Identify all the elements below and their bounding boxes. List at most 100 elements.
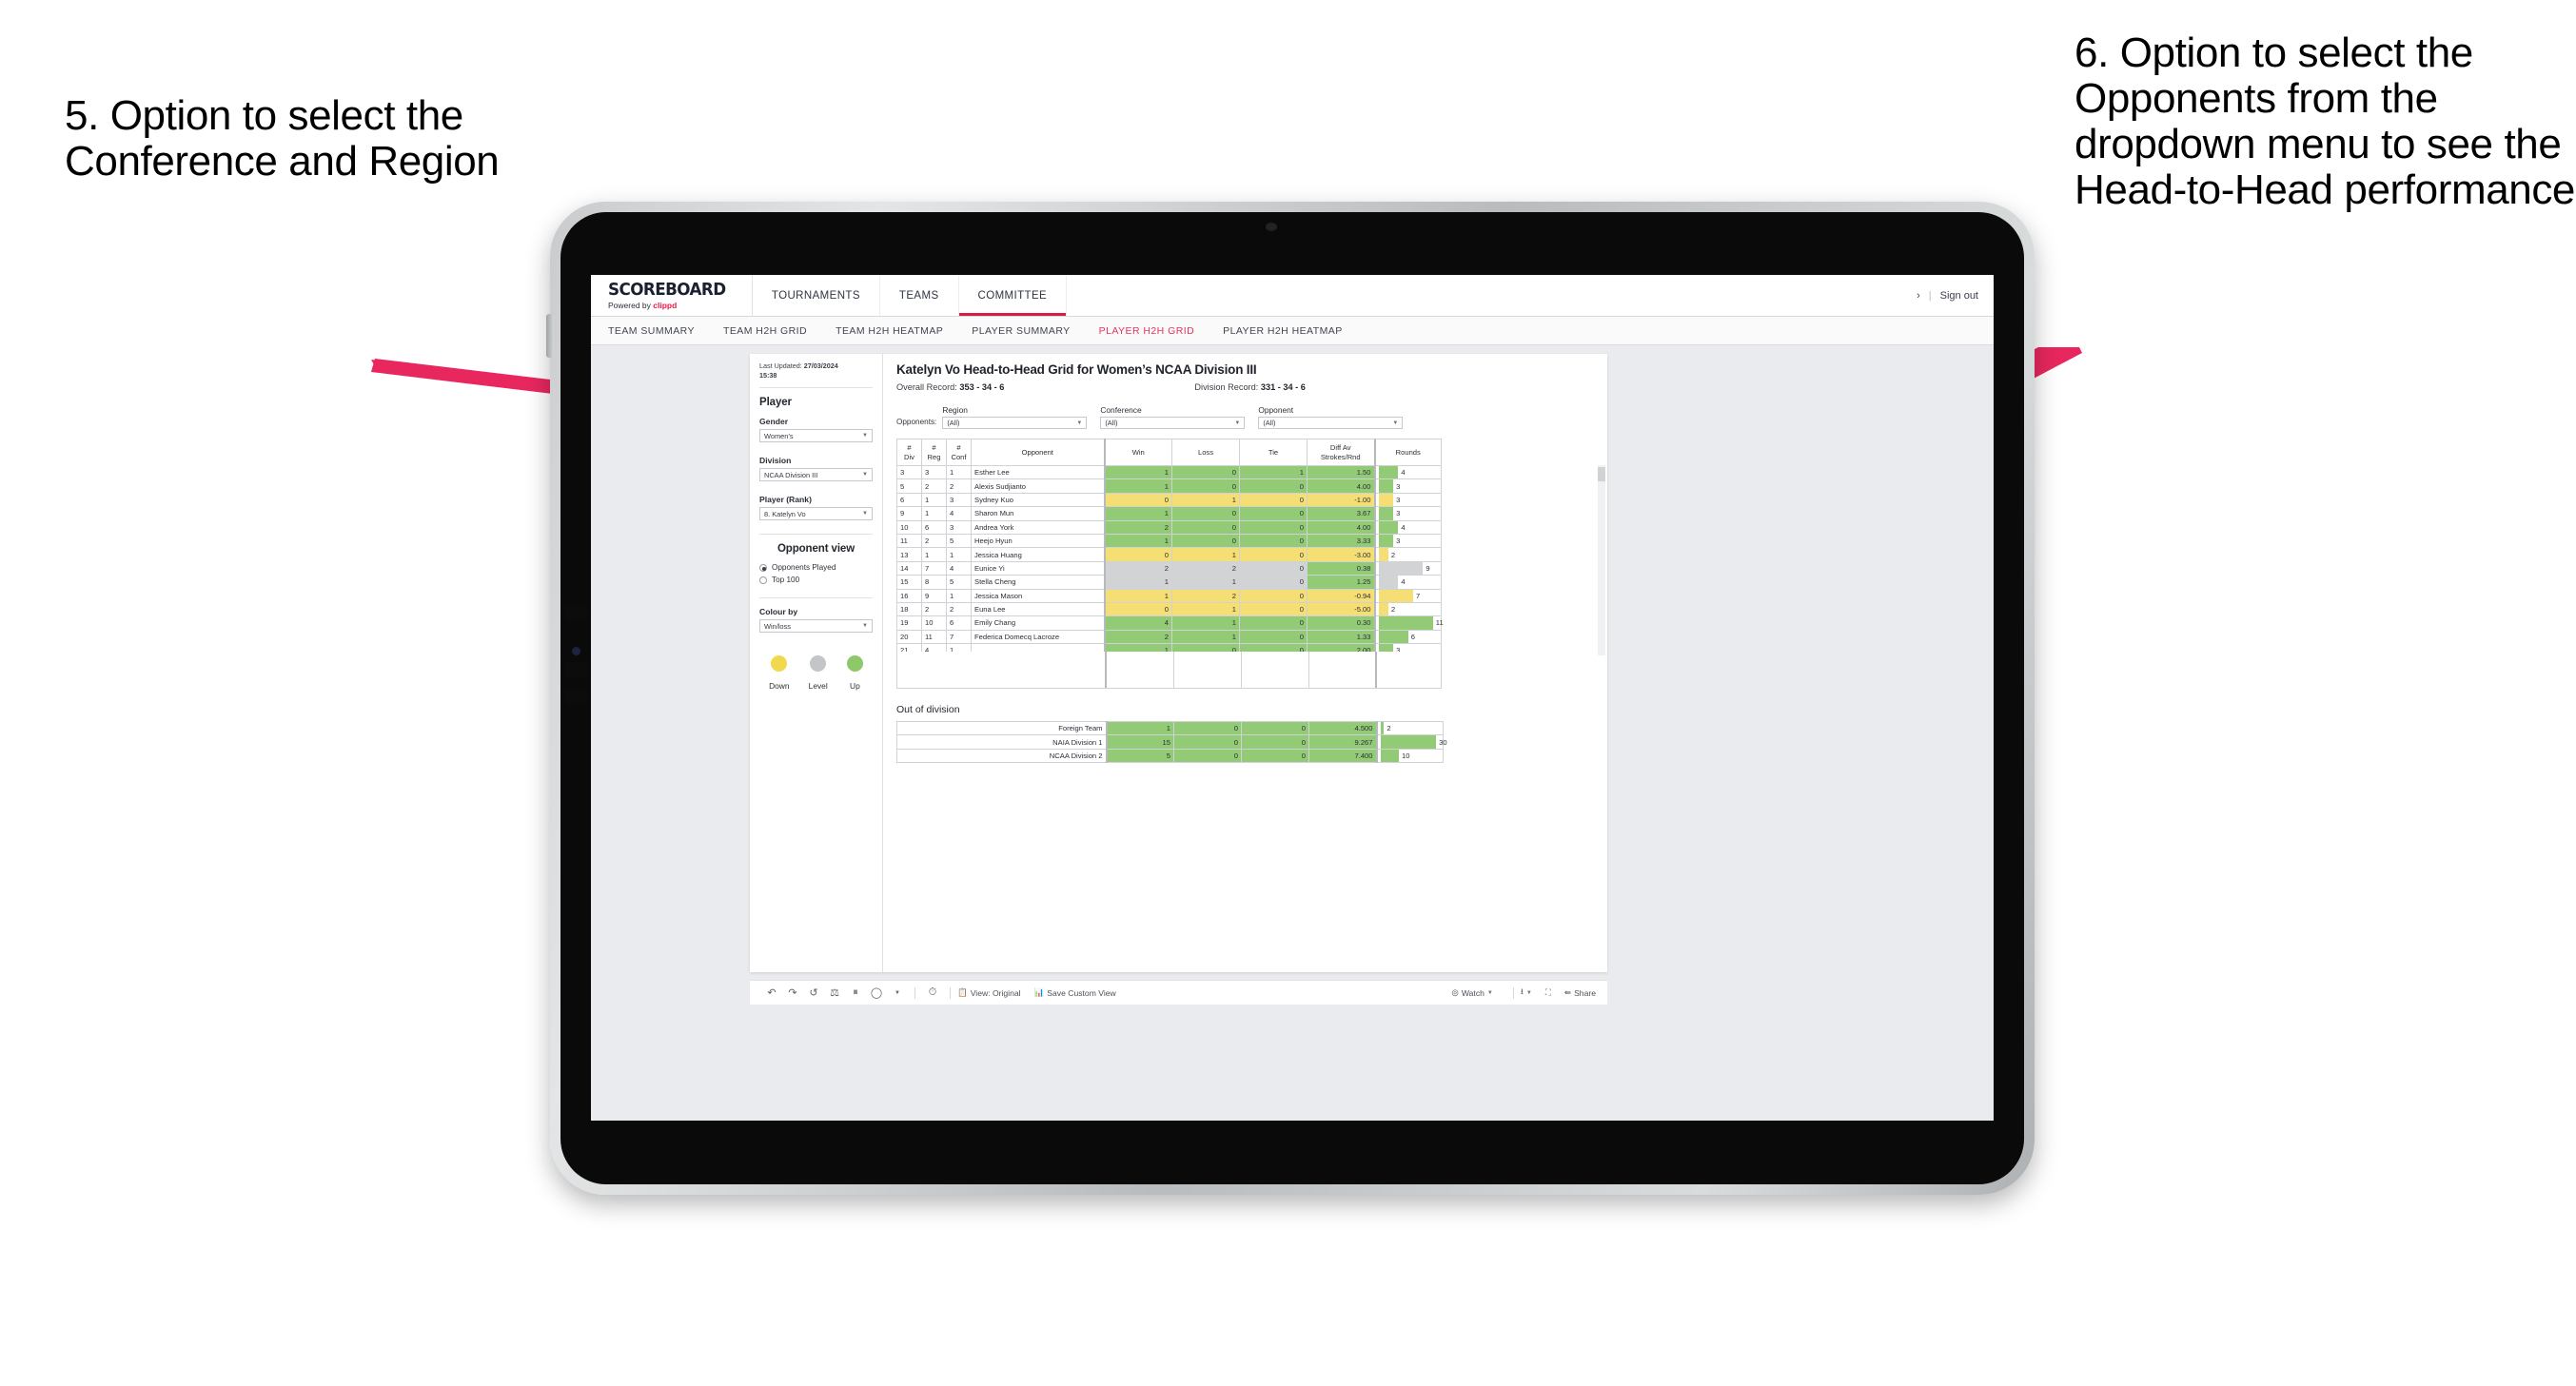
cell-win: 1: [1103, 506, 1172, 521]
view-original-button[interactable]: 📋 View: Original: [957, 987, 1021, 998]
table-row[interactable]: 10 6 3 Andrea York 2 0 0 4.00 4: [896, 519, 1442, 535]
table-row[interactable]: 13 1 1 Jessica Huang 0 1 0 -3.00 2: [896, 547, 1442, 562]
cell-rounds: 11: [1373, 615, 1444, 631]
out-of-division-heading: Out of division: [896, 704, 960, 715]
view-icon: 📋: [957, 987, 968, 997]
cell-conf: 5: [946, 533, 972, 549]
cell-reg: 6: [921, 519, 947, 535]
table-row[interactable]: 18 2 2 Euna Lee 0 1 0 -5.00 2: [896, 601, 1442, 617]
download-button[interactable]: ⭳ ▼: [1521, 986, 1532, 1000]
cell-opponent: Heejo Hyun: [971, 533, 1105, 549]
cell-tie: 0: [1239, 601, 1308, 617]
cell-diff: 3.33: [1307, 533, 1375, 549]
cell-diff: -5.00: [1307, 601, 1375, 617]
table-row[interactable]: 16 9 1 Jessica Mason 1 2 0 -0.94 7: [896, 588, 1442, 603]
subnav-item-team-summary[interactable]: TEAM SUMMARY: [608, 325, 695, 337]
grid-scrollbar-thumb[interactable]: [1598, 467, 1605, 481]
cell-partial: 4: [921, 643, 947, 652]
out-of-division-row[interactable]: NAIA Division 1 15 0 0 9.267 30: [896, 734, 1447, 750]
cell-tie: 0: [1239, 588, 1308, 603]
save-custom-view-button[interactable]: 📊 Save Custom View: [1034, 987, 1116, 998]
cell-reg: 7: [921, 560, 947, 576]
table-row[interactable]: 3 3 1 Esther Lee 1 0 1 1.50 4: [896, 464, 1442, 480]
pause-updates-icon[interactable]: ⏸: [845, 986, 866, 999]
tablet-sensor-dot: [572, 647, 580, 655]
radio-opponents-played[interactable]: Opponents Played: [759, 563, 873, 572]
table-row[interactable]: 15 8 5 Stella Cheng 1 1 0 1.25 4: [896, 575, 1442, 590]
rounds-value: 2: [1390, 550, 1396, 559]
sign-out-link[interactable]: Sign out: [1940, 290, 1978, 302]
conference-filter-label: Conference: [1100, 405, 1142, 415]
table-row[interactable]: 11 2 5 Heejo Hyun 1 0 0 3.33 3: [896, 533, 1442, 549]
cell-win: 5: [1105, 748, 1174, 764]
subnav-item-player-summary[interactable]: PLAYER SUMMARY: [972, 325, 1070, 337]
clock-history-icon[interactable]: ⏱: [922, 986, 943, 999]
watch-button[interactable]: ◎ Watch ▼: [1451, 987, 1493, 998]
table-row-partial[interactable]: 21 4 1 1 0 0 2.00 3: [896, 643, 1442, 652]
tablet-screen: SCOREBOARD Powered by clippd TOURNAMENTS…: [591, 275, 1994, 1121]
cell-loss: 0: [1171, 506, 1240, 521]
radio-top-100[interactable]: Top 100: [759, 576, 873, 584]
cell-conf: 1: [946, 547, 972, 562]
colour-by-select[interactable]: Win/loss ▼: [759, 619, 873, 634]
brand-logo[interactable]: SCOREBOARD Powered by clippd: [591, 275, 753, 316]
table-row[interactable]: 5 2 2 Alexis Sudjianto 1 0 0 4.00 3: [896, 478, 1442, 494]
scoreboard-app: SCOREBOARD Powered by clippd TOURNAMENTS…: [591, 275, 1994, 1121]
cell-win: 0: [1103, 547, 1172, 562]
rounds-value: 6: [1410, 632, 1415, 641]
rounds-bar: [1378, 479, 1394, 493]
share-button[interactable]: ⇚ Share: [1564, 987, 1596, 998]
cell-loss: 0: [1171, 478, 1240, 494]
save-custom-view-label: Save Custom View: [1047, 987, 1116, 998]
chevron-right-icon[interactable]: ›: [1917, 290, 1920, 302]
brand-tagline: Powered by clippd: [608, 301, 735, 310]
rounds-bar-cell: 4: [1378, 466, 1439, 479]
table-row[interactable]: 19 10 6 Emily Chang 4 1 0 0.30 11: [896, 615, 1444, 631]
table-row[interactable]: 14 7 4 Eunice Yi 2 2 0 0.38 9: [896, 560, 1442, 576]
division-select[interactable]: NCAA Division III ▼: [759, 468, 873, 482]
legend-label-up: Up: [850, 681, 860, 692]
player-rank-select[interactable]: 8. Katelyn Vo ▼: [759, 507, 873, 521]
tablet-speaker-mid: [565, 663, 587, 677]
fullscreen-button[interactable]: ⛶: [1545, 987, 1551, 998]
out-of-division-row[interactable]: Foreign Team 1 0 0 4.500 2: [896, 720, 1444, 736]
table-row[interactable]: 20 11 7 Federica Domecq Lacroze 2 1 0 1.33 6: [896, 629, 1442, 645]
table-row[interactable]: 6 1 3 Sydney Kuo 0 1 0 -1.00 3: [896, 492, 1442, 508]
rounds-value: 3: [1396, 481, 1401, 491]
table-row[interactable]: 9 1 4 Sharon Mun 1 0 0 3.67 3: [896, 506, 1442, 521]
subnav-item-team-h2h-grid[interactable]: TEAM H2H GRID: [723, 325, 807, 337]
out-of-division-row[interactable]: NCAA Division 2 5 0 0 7.400 10: [896, 748, 1444, 764]
undo-icon[interactable]: ↶: [761, 986, 782, 999]
h2h-grid-wrapper: #Div #Reg #Conf Opponent Win Loss Tie: [896, 439, 1605, 689]
cell-win: 1: [1103, 464, 1172, 480]
chevron-down-icon[interactable]: ▼: [887, 990, 908, 996]
brand-name: SCOREBOARD: [608, 279, 726, 300]
subnav-item-player-h2h-heatmap[interactable]: PLAYER H2H HEATMAP: [1223, 325, 1343, 337]
gender-select[interactable]: Women’s ▼: [759, 429, 873, 443]
cell-div: 3: [896, 464, 922, 480]
footer-blank-diff: [1309, 652, 1377, 688]
cell-reg: 1: [921, 492, 947, 508]
watch-icon: ◎: [1451, 987, 1459, 997]
refresh-data-icon[interactable]: ⚖: [824, 986, 845, 999]
rounds-bar: [1380, 735, 1437, 749]
cell-conf: 3: [946, 519, 972, 535]
highlight-icon[interactable]: ◯: [866, 986, 887, 999]
redo-icon[interactable]: ↷: [782, 986, 803, 999]
cell-loss: 1: [1171, 629, 1240, 645]
conference-select[interactable]: (All) ▼: [1100, 417, 1246, 429]
nav-item-tournaments[interactable]: TOURNAMENTS: [753, 275, 880, 316]
subnav-item-team-h2h-heatmap[interactable]: TEAM H2H HEATMAP: [836, 325, 943, 337]
subnav-item-player-h2h-grid[interactable]: PLAYER H2H GRID: [1099, 325, 1195, 337]
nav-item-teams[interactable]: TEAMS: [880, 275, 959, 316]
grid-vertical-scrollbar[interactable]: [1598, 465, 1605, 655]
cell-diff: 1.50: [1307, 464, 1375, 480]
gender-value: Women’s: [764, 431, 794, 440]
nav-item-committee[interactable]: COMMITTEE: [959, 275, 1068, 316]
watch-label: Watch: [1461, 987, 1485, 998]
opponent-select[interactable]: (All) ▼: [1258, 417, 1404, 429]
revert-icon[interactable]: ↺: [803, 986, 824, 999]
cell-div: 13: [896, 547, 922, 562]
region-select[interactable]: (All) ▼: [942, 417, 1088, 429]
cell-tie: 0: [1239, 492, 1308, 508]
